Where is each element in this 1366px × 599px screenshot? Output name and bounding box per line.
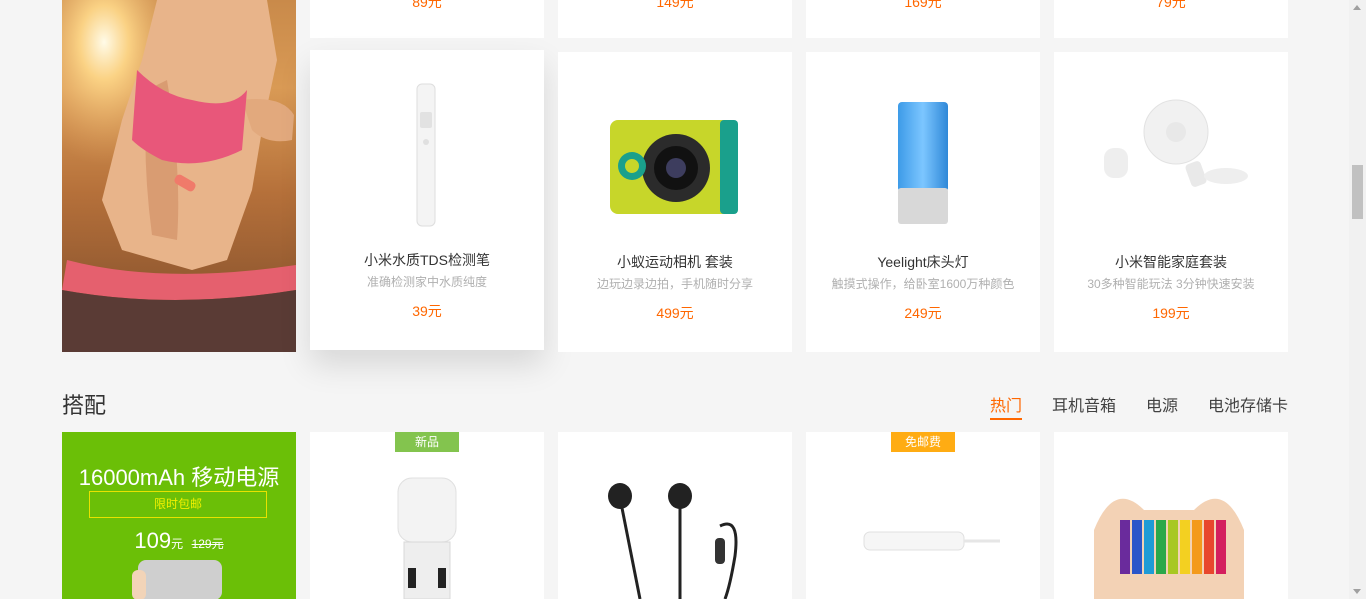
scrollbar-thumb[interactable]: [1352, 165, 1363, 219]
earphones-image: [608, 483, 738, 599]
product-price: 149元: [656, 0, 694, 10]
product-card[interactable]: 小米智能家庭套装 30多种智能玩法 3分钟快速安装 199元: [1054, 52, 1288, 352]
badge-new: 新品: [395, 432, 459, 452]
tab-hot[interactable]: 热门: [990, 392, 1023, 420]
badge-free-shipping: 免邮费: [891, 432, 955, 452]
product-card[interactable]: 免邮费: [806, 432, 1040, 599]
product-price: 169元: [904, 0, 942, 10]
batteries-image: [1094, 498, 1244, 599]
tab-audio[interactable]: 耳机音箱: [1052, 392, 1116, 416]
product-price: 249元: [904, 305, 942, 321]
promo-old-price: 129元: [191, 537, 224, 551]
product-price: 39元: [412, 303, 442, 319]
product-price: 79元: [1156, 0, 1186, 10]
promo-title: 16000mAh 移动电源: [78, 465, 280, 490]
promo-price: 109元 129元: [62, 528, 296, 554]
product-card[interactable]: [558, 432, 792, 599]
fitness-banner-image[interactable]: [62, 0, 296, 352]
product-card[interactable]: [1054, 432, 1288, 599]
power-strip-image: [863, 531, 1000, 551]
section-title: 搭配: [62, 393, 107, 418]
action-camera-image: [610, 120, 738, 214]
product-desc: 触摸式操作，给卧室1600万种颜色: [831, 277, 1015, 291]
product-card[interactable]: 小米水质TDS检测笔 准确检测家中水质纯度 39元: [310, 50, 544, 350]
top-product-card[interactable]: 149元: [558, 0, 792, 38]
product-card[interactable]: Yeelight床头灯 触摸式操作，给卧室1600万种颜色 249元: [806, 52, 1040, 352]
product-price: 89元: [412, 0, 442, 10]
product-name: 小米智能家庭套装: [1115, 254, 1227, 270]
scroll-down-arrow-icon[interactable]: [1353, 589, 1361, 594]
product-desc: 30多种智能玩法 3分钟快速安装: [1087, 277, 1255, 291]
smart-home-kit-image: [1104, 99, 1248, 187]
scroll-up-arrow-icon[interactable]: [1353, 5, 1361, 10]
product-price: 199元: [1152, 305, 1190, 321]
product-name: 小米水质TDS检测笔: [364, 252, 490, 268]
product-price: 499元: [656, 305, 694, 321]
promo-price-unit: 元: [171, 537, 184, 551]
top-product-card[interactable]: 79元: [1054, 0, 1288, 38]
vertical-scrollbar[interactable]: [1349, 0, 1366, 599]
top-product-card[interactable]: 89元: [310, 0, 544, 38]
bedside-lamp-image: [898, 102, 948, 224]
product-card[interactable]: 小蚁运动相机 套装 边玩边录边拍，手机随时分享 499元: [558, 52, 792, 352]
product-card[interactable]: 新品: [310, 432, 544, 599]
product-name: Yeelight床头灯: [877, 254, 969, 270]
car-charger-image: [397, 477, 457, 599]
product-desc: 边玩边录边拍，手机随时分享: [596, 277, 753, 291]
runner-illustration: [62, 0, 296, 352]
product-desc: 准确检测家中水质纯度: [366, 275, 487, 289]
product-name: 小蚁运动相机 套装: [617, 254, 733, 270]
tds-pen-image: [416, 83, 436, 227]
promo-tag: 限时包邮: [89, 491, 267, 518]
tab-power[interactable]: 电源: [1146, 392, 1178, 416]
top-product-card[interactable]: 169元: [806, 0, 1040, 38]
power-bank-image: [132, 560, 222, 599]
tab-battery-storage[interactable]: 电池存储卡: [1208, 392, 1288, 416]
power-bank-promo[interactable]: 16000mAh 移动电源 限时包邮 109元 129元: [62, 432, 296, 599]
promo-price-value: 109: [134, 528, 172, 553]
